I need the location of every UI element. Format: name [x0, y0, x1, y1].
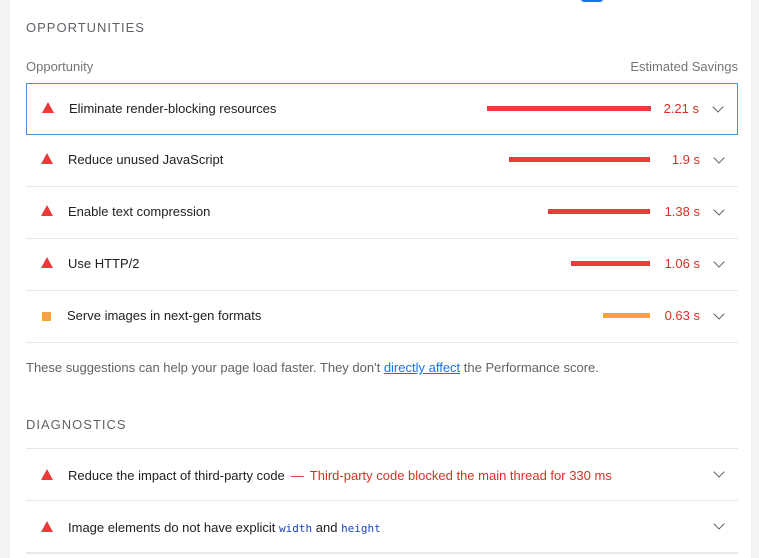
fail-triangle-icon — [41, 257, 53, 268]
savings-value: 0.63 s — [664, 308, 700, 323]
savings-value: 2.21 s — [663, 101, 699, 116]
report-panel: OPPORTUNITIES Opportunity Estimated Savi… — [10, 0, 751, 558]
savings-value: 1.06 s — [664, 256, 700, 271]
chevron-down-icon[interactable] — [713, 152, 725, 164]
chevron-down-icon[interactable] — [712, 101, 724, 113]
savings-value: 1.9 s — [671, 152, 700, 167]
chevron-down-icon[interactable] — [713, 204, 725, 216]
note-text-end: the Performance score. — [460, 360, 599, 375]
divider — [26, 553, 738, 554]
diagnostics-section-title: DIAGNOSTICS — [26, 417, 127, 432]
opportunity-title: Eliminate render-blocking resources — [69, 101, 277, 116]
diagnostic-title: Reduce the impact of third-party code — Th… — [68, 468, 612, 483]
opportunity-title: Use HTTP/2 — [68, 256, 140, 271]
opportunity-column-header: Opportunity — [26, 59, 94, 74]
diagnostic-title: Image elements do not have explicit widt… — [68, 520, 381, 535]
diagnostic-detail: Third-party code blocked the main thread… — [309, 468, 612, 483]
average-square-icon — [42, 312, 51, 321]
diagnostic-row[interactable]: Reduce the impact of third-party code — Th… — [26, 449, 738, 501]
savings-bar — [603, 313, 650, 318]
code-height: height — [341, 522, 381, 535]
opportunity-title: Reduce unused JavaScript — [68, 152, 224, 167]
opportunity-title: Enable text compression — [68, 204, 211, 219]
opportunity-row[interactable]: Serve images in next-gen formats 0.63 s — [26, 291, 738, 343]
savings-bar — [487, 106, 651, 111]
diagnostic-row[interactable]: Image elements do not have explicit widt… — [26, 501, 738, 553]
opportunity-row[interactable]: Eliminate render-blocking resources 2.21… — [26, 83, 738, 135]
opportunities-section-title: OPPORTUNITIES — [26, 20, 145, 35]
chevron-down-icon[interactable] — [713, 256, 725, 268]
savings-column-header: Estimated Savings — [630, 59, 738, 74]
savings-value: 1.38 s — [664, 204, 700, 219]
opportunities-note: These suggestions can help your page loa… — [26, 360, 599, 375]
directly-affect-link[interactable]: directly affect — [384, 360, 460, 375]
savings-bar — [548, 209, 650, 214]
code-width: width — [279, 522, 313, 535]
conjunction-text: and — [312, 520, 342, 535]
fail-triangle-icon — [41, 469, 53, 480]
diagnostic-title-text: Image elements do not have explicit — [68, 520, 280, 535]
savings-bar — [509, 157, 650, 162]
fail-triangle-icon — [41, 205, 53, 216]
fail-triangle-icon — [41, 521, 53, 532]
top-checkbox[interactable] — [581, 0, 603, 2]
opportunity-row[interactable]: Reduce unused JavaScript 1.9 s — [26, 135, 738, 187]
opportunity-row[interactable]: Use HTTP/2 1.06 s — [26, 239, 738, 291]
savings-bar — [571, 261, 650, 266]
opportunity-title: Serve images in next-gen formats — [67, 308, 262, 323]
fail-triangle-icon — [41, 153, 53, 164]
separator-dash: — — [290, 468, 304, 483]
diagnostic-title-text: Reduce the impact of third-party code — [68, 468, 285, 483]
fail-triangle-icon — [42, 102, 54, 113]
chevron-down-icon[interactable] — [713, 308, 725, 320]
chevron-down-icon[interactable] — [713, 518, 725, 530]
chevron-down-icon[interactable] — [713, 466, 725, 478]
note-text: These suggestions can help your page loa… — [26, 360, 384, 375]
opportunity-row[interactable]: Enable text compression 1.38 s — [26, 187, 738, 239]
scrollbar[interactable] — [751, 0, 759, 558]
